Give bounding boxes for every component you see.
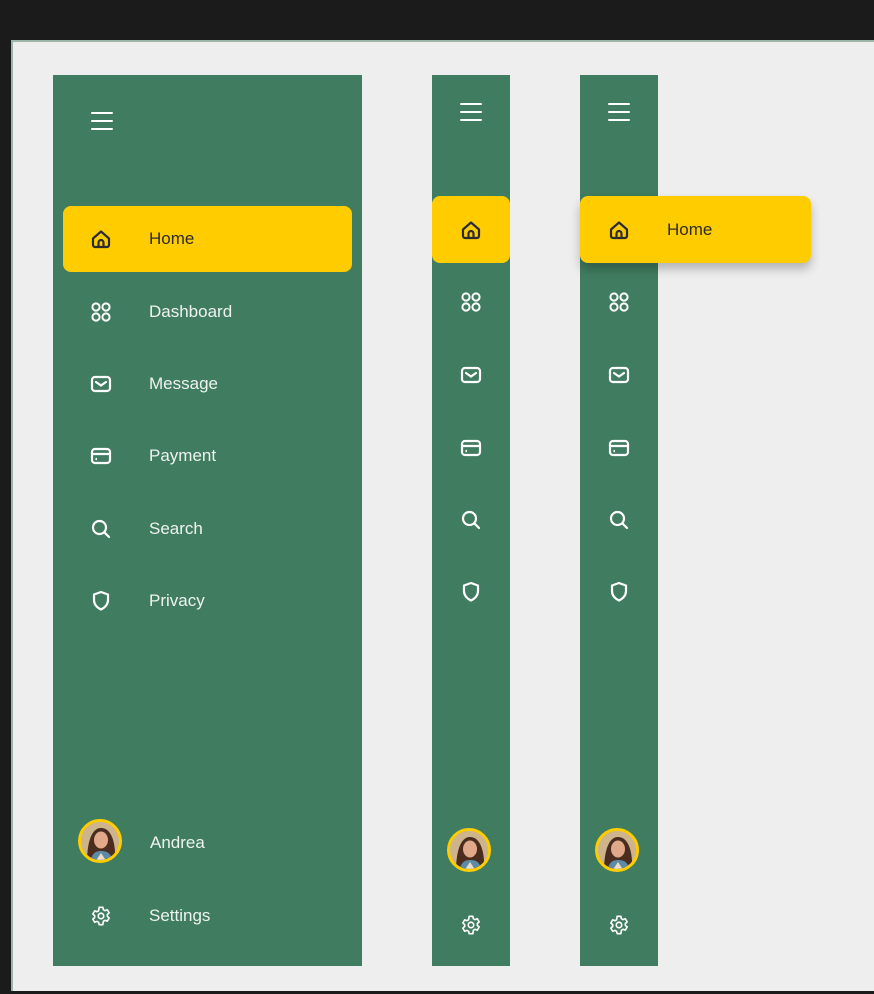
sidebar-item-privacy[interactable] [580, 577, 658, 607]
sidebar-item-label: Home [667, 219, 713, 239]
dashboard-icon [606, 289, 632, 315]
gear-icon [606, 912, 632, 938]
mail-icon [606, 362, 632, 388]
sidebar-item-dashboard[interactable] [580, 287, 658, 317]
sidebar-collapsed [432, 75, 510, 966]
sidebar-item-home[interactable]: Home [63, 206, 352, 272]
shield-icon [88, 588, 114, 614]
sidebar-item-home[interactable] [432, 196, 510, 263]
home-icon [88, 226, 114, 252]
sidebar-item-dashboard[interactable] [432, 287, 510, 317]
menu-toggle-icon[interactable] [608, 103, 630, 121]
sidebar-item-search[interactable]: Search [63, 514, 352, 544]
card-icon [458, 435, 484, 461]
search-icon [88, 516, 114, 542]
sidebar-item-home-popout[interactable]: Home [580, 196, 811, 263]
menu-toggle-icon[interactable] [460, 103, 482, 121]
menu-toggle-icon[interactable] [91, 112, 113, 130]
shield-icon [458, 579, 484, 605]
sidebar-item-payment[interactable] [432, 433, 510, 463]
avatar[interactable] [447, 828, 491, 872]
sidebar-item-privacy[interactable] [432, 577, 510, 607]
sidebar-item-label: Settings [149, 906, 211, 925]
mail-icon [458, 362, 484, 388]
home-icon [458, 217, 484, 243]
mail-icon [88, 371, 114, 397]
avatar[interactable] [595, 828, 639, 872]
card-icon [606, 435, 632, 461]
avatar[interactable] [78, 819, 122, 863]
dashboard-icon [88, 299, 114, 325]
sidebar-item-label: Payment [149, 446, 217, 465]
sidebar-item-privacy[interactable]: Privacy [63, 586, 352, 616]
sidebar-item-label: Search [149, 519, 203, 538]
sidebar-item-message[interactable]: Message [63, 369, 352, 399]
sidebar-item-search[interactable] [580, 505, 658, 535]
sidebar-item-label: Privacy [149, 591, 205, 610]
sidebar-item-message[interactable] [432, 360, 510, 390]
dashboard-icon [458, 289, 484, 315]
search-icon [458, 507, 484, 533]
shield-icon [606, 579, 632, 605]
sidebar-item-label: Message [149, 374, 218, 393]
gear-icon [458, 912, 484, 938]
sidebar-item-label: Home [149, 229, 195, 248]
sidebar-item-label: Dashboard [149, 302, 233, 321]
gear-icon [88, 903, 114, 929]
card-icon [88, 443, 114, 469]
sidebar-item-settings[interactable]: Settings [63, 901, 352, 931]
home-icon [606, 217, 632, 243]
sidebar-expanded: Home Dashboard Message Payment Search Pr… [53, 75, 362, 966]
sidebar-item-payment[interactable]: Payment [63, 441, 352, 471]
sidebar-item-settings[interactable] [580, 910, 658, 940]
sidebar-item-dashboard[interactable]: Dashboard [63, 297, 352, 327]
window-topbar [0, 0, 874, 40]
sidebar-item-message[interactable] [580, 360, 658, 390]
sidebar-item-search[interactable] [432, 505, 510, 535]
sidebar-item-payment[interactable] [580, 433, 658, 463]
sidebar-item-settings[interactable] [432, 910, 510, 940]
search-icon [606, 507, 632, 533]
user-name: Andrea [150, 833, 205, 852]
